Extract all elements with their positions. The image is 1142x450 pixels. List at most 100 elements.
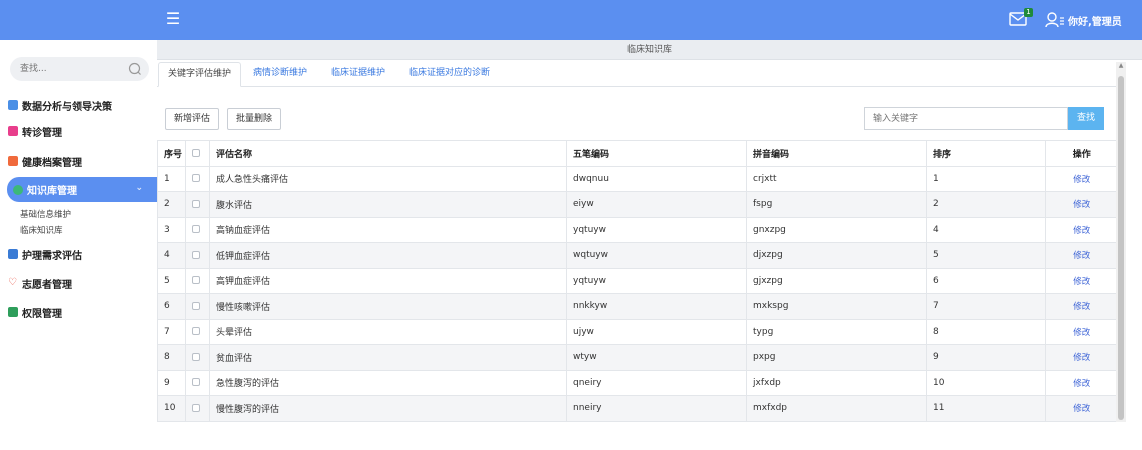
add-assessment-button[interactable]: 新增评估 <box>165 108 220 130</box>
chevron-down-icon: ⌄ <box>135 183 143 193</box>
sidebar-item-data-analysis[interactable]: 数据分析与领导决策 <box>8 95 157 115</box>
column-header-name: 评估名称 <box>209 140 567 167</box>
edit-link[interactable]: 修改 <box>1073 251 1090 261</box>
row-wubi: nneiry <box>566 395 747 422</box>
edit-link[interactable]: 修改 <box>1073 200 1090 210</box>
user-menu[interactable]: 你好,管理员 <box>1045 11 1122 29</box>
row-checkbox[interactable] <box>192 403 200 412</box>
row-no: 3 <box>157 216 186 243</box>
table-row: 10 慢性腹泻的评估 nneiry mxfxdp 11 修改 <box>157 395 1118 422</box>
edit-link[interactable]: 修改 <box>1073 277 1090 287</box>
row-actions: 修改 <box>1045 318 1118 345</box>
select-all-cell <box>185 140 210 167</box>
row-checkbox-cell <box>185 369 210 396</box>
folder-icon <box>8 156 18 166</box>
table-row: 3 高钠血症评估 yqtuyw gnxzpg 4 修改 <box>157 216 1118 243</box>
row-order: 2 <box>926 191 1046 218</box>
row-name: 成人急性头痛评估 <box>209 165 567 192</box>
referral-icon <box>8 126 18 136</box>
menu-toggle-icon[interactable]: ☰ <box>164 9 182 29</box>
batch-delete-button[interactable]: 批量删除 <box>227 108 282 130</box>
sidebar-item-volunteers[interactable]: ♡ 志愿者管理 <box>8 273 157 293</box>
row-no: 2 <box>157 191 186 218</box>
row-actions: 修改 <box>1045 267 1118 294</box>
row-name: 头晕评估 <box>209 318 567 345</box>
sidebar-item-health-records[interactable]: 健康档案管理 <box>8 151 157 171</box>
sidebar-subitem-clinical-kb[interactable]: 临床知识库 <box>20 224 63 236</box>
logo-area <box>0 0 157 40</box>
row-pinyin: crjxtt <box>746 165 927 192</box>
search-icon[interactable] <box>128 62 142 76</box>
sidebar-subitem-basic-info[interactable]: 基础信息维护 <box>20 208 71 220</box>
table-row: 4 低钾血症评估 wqtuyw djxzpg 5 修改 <box>157 242 1118 269</box>
row-order: 5 <box>926 242 1046 269</box>
table-row: 8 贫血评估 wtyw pxpg 9 修改 <box>157 344 1118 371</box>
edit-link[interactable]: 修改 <box>1073 302 1090 312</box>
tab-evidence-diagnosis[interactable]: 临床证据对应的诊断 <box>400 62 499 87</box>
row-no: 4 <box>157 242 186 269</box>
row-checkbox[interactable] <box>192 174 200 183</box>
tab-keyword-assessment[interactable]: 关键字评估维护 <box>158 62 242 87</box>
column-header-wubi: 五笔编码 <box>566 140 747 167</box>
edit-link[interactable]: 修改 <box>1073 226 1090 236</box>
sidebar: 数据分析与领导决策 转诊管理 健康档案管理 知识库管理 ⌄ 基础信息维护 临床知… <box>0 40 157 450</box>
column-header-actions: 操作 <box>1045 140 1118 167</box>
table-row: 9 急性腹泻的评估 qneiry jxfxdp 10 修改 <box>157 369 1118 396</box>
row-no: 9 <box>157 369 186 396</box>
sidebar-search <box>10 57 149 81</box>
tab-diagnosis[interactable]: 病情诊断维护 <box>244 62 316 87</box>
row-actions: 修改 <box>1045 344 1118 371</box>
keyword-search-button[interactable]: 查找 <box>1068 107 1104 130</box>
edit-link[interactable]: 修改 <box>1073 379 1090 389</box>
row-wubi: ujyw <box>566 318 747 345</box>
scroll-up-arrow-icon[interactable]: ▲ <box>1118 63 1124 69</box>
row-checkbox-cell <box>185 293 210 320</box>
row-checkbox[interactable] <box>192 378 200 387</box>
row-no: 10 <box>157 395 186 422</box>
select-all-checkbox[interactable] <box>192 148 200 157</box>
sidebar-search-input[interactable] <box>20 61 120 77</box>
row-checkbox[interactable] <box>192 301 200 310</box>
sidebar-item-nursing-assessment[interactable]: 护理需求评估 <box>8 244 157 264</box>
edit-link[interactable]: 修改 <box>1073 353 1090 363</box>
row-order: 9 <box>926 344 1046 371</box>
row-wubi: yqtuyw <box>566 216 747 243</box>
row-wubi: eiyw <box>566 191 747 218</box>
keyword-input[interactable] <box>864 107 1068 130</box>
row-checkbox[interactable] <box>192 276 200 285</box>
row-actions: 修改 <box>1045 369 1118 396</box>
row-name: 高钠血症评估 <box>209 216 567 243</box>
row-wubi: wtyw <box>566 344 747 371</box>
tab-clinical-evidence[interactable]: 临床证据维护 <box>322 62 394 87</box>
edit-link[interactable]: 修改 <box>1073 404 1090 414</box>
row-pinyin: jxfxdp <box>746 369 927 396</box>
column-header-pinyin: 拼音编码 <box>746 140 927 167</box>
row-checkbox[interactable] <box>192 225 200 234</box>
scrollbar-thumb[interactable] <box>1118 76 1124 420</box>
sidebar-item-label: 转诊管理 <box>22 127 62 139</box>
row-checkbox[interactable] <box>192 199 200 208</box>
row-actions: 修改 <box>1045 242 1118 269</box>
row-order: 10 <box>926 369 1046 396</box>
row-pinyin: gnxzpg <box>746 216 927 243</box>
row-checkbox-cell <box>185 267 210 294</box>
row-name: 贫血评估 <box>209 344 567 371</box>
user-icon <box>1045 12 1064 28</box>
row-checkbox[interactable] <box>192 250 200 259</box>
row-pinyin: pxpg <box>746 344 927 371</box>
heart-icon: ♡ <box>8 277 17 288</box>
row-no: 5 <box>157 267 186 294</box>
top-bar: ☰ 1 你好,管理员 <box>0 0 1142 40</box>
row-checkbox[interactable] <box>192 327 200 336</box>
edit-link[interactable]: 修改 <box>1073 175 1090 185</box>
row-wubi: wqtuyw <box>566 242 747 269</box>
sidebar-item-permissions[interactable]: 权限管理 <box>8 302 157 322</box>
row-no: 8 <box>157 344 186 371</box>
sidebar-item-referral[interactable]: 转诊管理 <box>8 121 157 141</box>
edit-link[interactable]: 修改 <box>1073 328 1090 338</box>
row-pinyin: mxfxdp <box>746 395 927 422</box>
nursing-icon <box>8 249 18 259</box>
table-row: 6 慢性咳嗽评估 nnkkyw mxkspg 7 修改 <box>157 293 1118 320</box>
row-checkbox[interactable] <box>192 352 200 361</box>
sidebar-item-knowledge-base[interactable]: 知识库管理 ⌄ <box>7 177 157 202</box>
